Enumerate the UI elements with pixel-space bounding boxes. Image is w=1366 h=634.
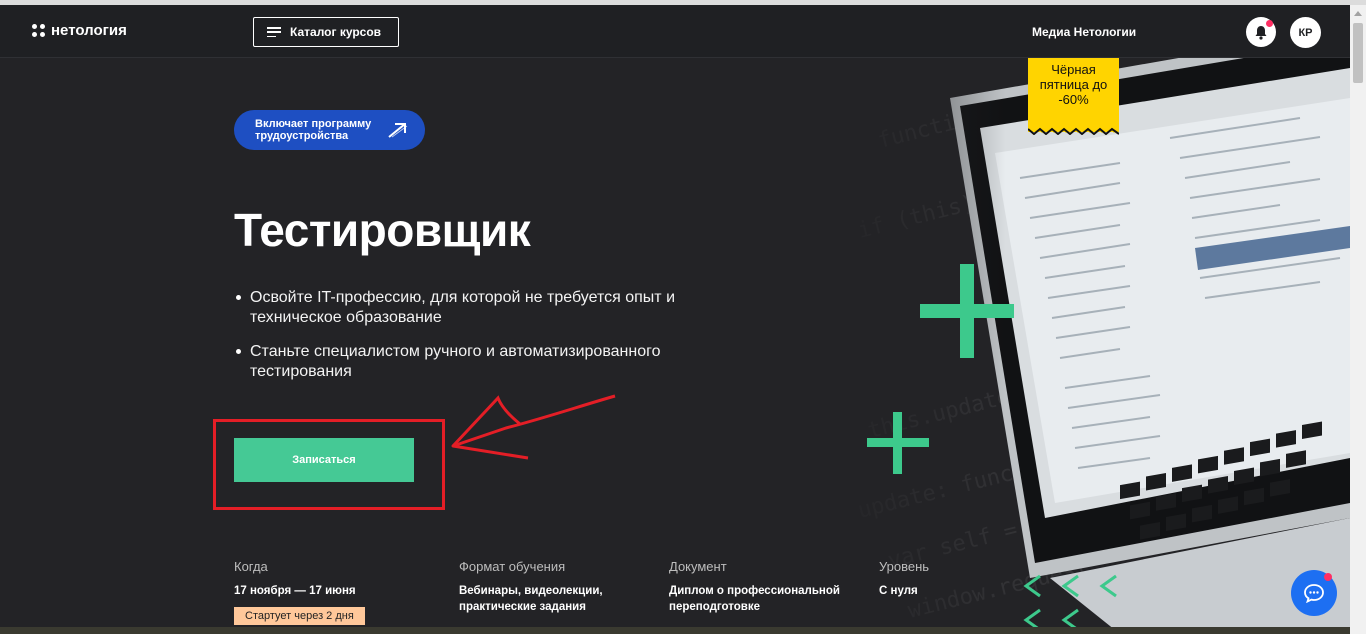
benefit-item: Освойте IT-профессию, для которой не тре…	[234, 288, 684, 328]
scrollbar[interactable]	[1350, 5, 1366, 634]
course-benefits-list: Освойте IT-профессию, для которой не тре…	[234, 288, 684, 396]
fact-value: Вебинары, видеолекции, практические зада…	[459, 585, 603, 613]
fact-label: Когда	[234, 559, 268, 574]
annotation-highlight-box	[213, 419, 445, 510]
badge-text: Включает программу трудоустройства	[255, 118, 372, 142]
media-link[interactable]: Медиа Нетологии	[1032, 25, 1136, 39]
logo[interactable]: нетология	[32, 22, 127, 39]
notification-dot	[1266, 20, 1273, 27]
fact-label: Документ	[669, 559, 727, 574]
catalog-button[interactable]: Каталог курсов	[253, 17, 399, 47]
promo-text: Чёрная пятница до -60%	[1039, 62, 1108, 107]
arrow-icon	[388, 123, 408, 138]
fact-when: Когда 17 ноября — 17 июня Стартует через…	[234, 559, 424, 625]
fact-label: Формат обучения	[459, 559, 566, 574]
fact-document: Документ Диплом о профессиональной переп…	[669, 559, 859, 615]
chat-icon	[1304, 584, 1324, 603]
annotation-arrow	[451, 394, 616, 460]
catalog-label: Каталог курсов	[290, 25, 382, 39]
page: function () if (this) this.update(); upd…	[0, 0, 1350, 634]
notifications-button[interactable]	[1246, 17, 1276, 47]
logo-icon	[32, 24, 45, 37]
avatar[interactable]: КР	[1290, 17, 1321, 48]
promo-zigzag-edge	[1028, 121, 1119, 135]
logo-text: нетология	[51, 22, 127, 39]
fact-label: Уровень	[879, 559, 930, 574]
scroll-thumb[interactable]	[1353, 23, 1363, 83]
site-header: нетология Каталог курсов Медиа Нетологии…	[0, 5, 1350, 58]
hero-image: function () if (this) this.update(); upd…	[820, 58, 1350, 634]
fact-level: Уровень С нуля	[879, 559, 1069, 599]
employment-program-badge[interactable]: Включает программу трудоустройства	[234, 110, 425, 150]
burger-icon	[267, 27, 281, 37]
bell-icon	[1255, 25, 1267, 40]
bottom-edge	[0, 627, 1350, 634]
scroll-up-arrow-icon[interactable]	[1354, 11, 1362, 16]
benefit-item: Станьте специалистом ручного и автоматиз…	[234, 342, 684, 382]
course-title: Тестировщик	[234, 204, 531, 256]
fact-format: Формат обучения Вебинары, видеолекции, п…	[459, 559, 649, 615]
fact-value: С нуля	[879, 585, 918, 597]
laptop-illustration: function () if (this) this.update(); upd…	[820, 58, 1350, 634]
starts-soon-badge: Стартует через 2 дня	[234, 607, 365, 625]
chat-button[interactable]	[1291, 570, 1337, 616]
fact-value: 17 ноября — 17 июня	[234, 585, 356, 597]
chat-notification-dot	[1324, 573, 1332, 581]
fact-value: Диплом о профессиональной переподготовке	[669, 585, 840, 613]
